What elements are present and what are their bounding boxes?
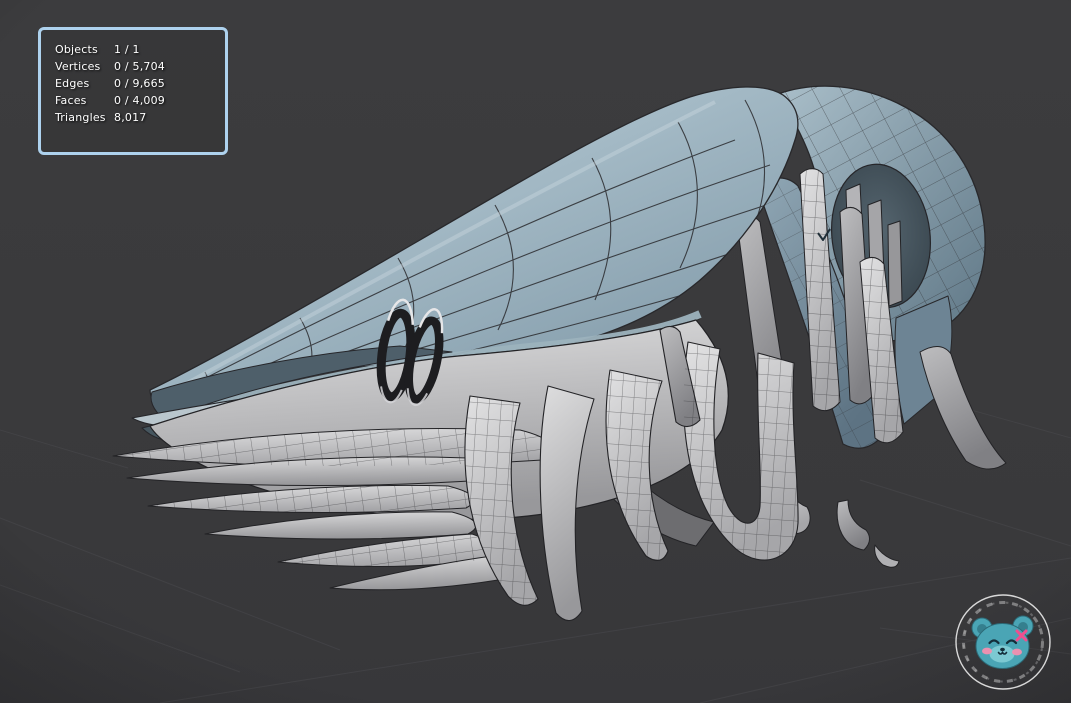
stat-value: 1 / 1 <box>114 43 140 56</box>
stat-value: 8,017 <box>114 111 147 124</box>
stat-label: Vertices <box>55 60 101 73</box>
stat-row: Vertices 0 / 5,704 <box>55 58 225 75</box>
statistics-overlay: Objects 1 / 1 Vertices 0 / 5,704 Edges 0… <box>38 27 228 155</box>
stat-row: Triangles 8,017 <box>55 109 225 126</box>
stat-value: 0 / 5,704 <box>114 60 165 73</box>
stat-label: Triangles <box>55 111 106 124</box>
stat-row: Faces 0 / 4,009 <box>55 92 225 109</box>
stat-value: 0 / 9,665 <box>114 77 165 90</box>
bear-blush-left <box>982 647 992 655</box>
stat-row: Edges 0 / 9,665 <box>55 75 225 92</box>
bear-blush-right <box>1012 648 1022 656</box>
bear-nose <box>1000 647 1005 652</box>
stat-label: Edges <box>55 77 90 90</box>
viewport-3d[interactable]: Objects 1 / 1 Vertices 0 / 5,704 Edges 0… <box>0 0 1071 703</box>
stat-label: Objects <box>55 43 98 56</box>
stat-value: 0 / 4,009 <box>114 94 165 107</box>
bear-face-icon <box>971 615 1034 669</box>
stat-label: Faces <box>55 94 87 107</box>
stat-row: Objects 1 / 1 <box>55 41 225 58</box>
watermark-logo <box>955 594 1051 690</box>
